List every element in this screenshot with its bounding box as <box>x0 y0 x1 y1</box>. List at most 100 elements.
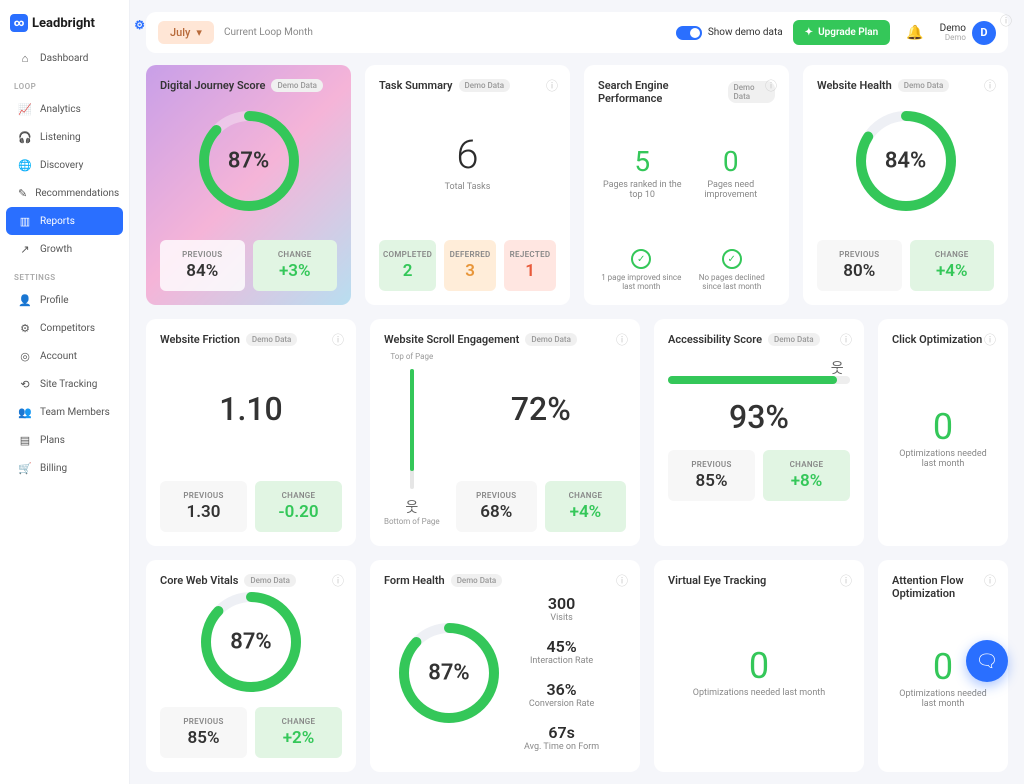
chat-fab[interactable]: 🗨 <box>966 640 1008 682</box>
card-title: Digital Journey Score Demo Data <box>160 79 337 92</box>
nav-competitors[interactable]: ⚙ Competitors <box>6 314 123 342</box>
sidebar: ∞ Leadbright ⚙ ⌂ Dashboard LOOP 📈 Analyti… <box>0 0 130 784</box>
competitors-icon: ⚙ <box>18 321 32 335</box>
info-icon[interactable]: ⓘ <box>332 572 344 589</box>
nav-section-loop: LOOP <box>0 72 129 95</box>
nav-recommendations[interactable]: ✎ Recommendations <box>6 179 123 207</box>
chevron-down-icon: ▾ <box>196 26 202 39</box>
stat-previous: PREVIOUS80% <box>817 240 902 291</box>
info-icon[interactable]: ⓘ <box>984 331 996 348</box>
info-icon[interactable]: ⓘ <box>840 331 852 348</box>
profile-icon: 👤 <box>18 293 32 307</box>
info-icon[interactable]: ⓘ <box>332 331 344 348</box>
card-website-health: Website HealthDemo Data ⓘ 84% PREVIOUS80… <box>803 65 1008 305</box>
nav-listening[interactable]: 🎧Listening <box>6 123 123 151</box>
card-digital-journey-score: Digital Journey Score Demo Data ⓘ 87% PR… <box>146 65 351 305</box>
stat-change: CHANGE+2% <box>255 707 342 758</box>
nav-discovery[interactable]: 🌐Discovery <box>6 151 123 179</box>
nav-analytics[interactable]: 📈 Analytics <box>6 95 123 123</box>
nav-growth[interactable]: ↗ Growth <box>6 235 123 263</box>
info-icon[interactable]: ⓘ <box>616 331 628 348</box>
discovery-icon: 🌐 <box>18 158 32 172</box>
main-content: July ▾ Current Loop Month Show demo data… <box>130 0 1024 784</box>
user-menu[interactable]: Demo Demo D <box>940 21 996 45</box>
nav-label: Reports <box>40 216 75 227</box>
card-click-optimization: Click Optimization ⓘ 0 Optimizations nee… <box>878 319 1008 546</box>
growth-icon: ↗ <box>18 242 32 256</box>
user-name: Demo <box>940 23 966 34</box>
card-virtual-eye-tracking: Virtual Eye Tracking ⓘ 0 Optimizations n… <box>654 560 864 772</box>
bell-icon[interactable]: 🔔 <box>900 25 929 41</box>
nav-label: Team Members <box>40 407 110 418</box>
upgrade-button[interactable]: ✦ Upgrade Plan <box>793 20 891 45</box>
nav-site-tracking[interactable]: ⟲Site Tracking <box>6 370 123 398</box>
demo-badge: Demo Data <box>271 79 323 92</box>
nav-label: Competitors <box>40 323 95 334</box>
nav-label: Account <box>40 351 77 362</box>
gauge: 87% <box>196 587 306 697</box>
check-icon: ✓ <box>631 249 651 269</box>
nav-profile[interactable]: 👤 Profile <box>6 286 123 314</box>
info-icon[interactable]: ⓘ <box>546 77 558 94</box>
nav-dashboard[interactable]: ⌂ Dashboard <box>6 44 123 72</box>
friction-score: 1.10 <box>219 390 282 428</box>
card-accessibility: Accessibility ScoreDemo Data ⓘ 웃 93% PRE… <box>654 319 864 546</box>
scroll-pct: 72% <box>511 390 571 428</box>
nav-reports[interactable]: ▥Reports <box>6 207 123 235</box>
nav-billing[interactable]: 🛒 Billing <box>6 454 123 482</box>
nav-label: Profile <box>40 295 69 306</box>
accessibility-pct: 93% <box>729 398 789 436</box>
card-task-summary: Task SummaryDemo Data ⓘ 6 Total Tasks CO… <box>365 65 570 305</box>
info-icon[interactable]: ⓘ <box>1000 12 1012 29</box>
stat-change: CHANGE+4% <box>910 240 995 291</box>
scroll-visual: Top of Page 웃 Bottom of Page <box>384 346 440 532</box>
nav-label: Analytics <box>40 104 81 115</box>
stat-deferred: DEFERRED3 <box>444 240 496 291</box>
upgrade-label: Upgrade Plan <box>818 27 878 38</box>
sparkle-icon: ✦ <box>805 27 813 38</box>
topbar: July ▾ Current Loop Month Show demo data… <box>146 12 1008 53</box>
info-icon[interactable]: ⓘ <box>616 572 628 589</box>
nav-label: Billing <box>40 463 67 474</box>
pages-need-improvement: 0 Pages need improvement <box>687 145 776 200</box>
nav-label: Growth <box>40 244 72 255</box>
analytics-icon: 📈 <box>18 102 32 116</box>
demo-toggle-label: Show demo data <box>708 27 783 38</box>
month-selector[interactable]: July ▾ <box>158 21 214 44</box>
nav-label: Site Tracking <box>40 379 97 390</box>
nav-plans[interactable]: ▤Plans <box>6 426 123 454</box>
gauge-value: 87% <box>228 149 269 174</box>
nav-section-settings: SETTINGS <box>0 263 129 286</box>
brand-name: Leadbright <box>32 16 95 31</box>
settings-gear-icon[interactable]: ⚙ <box>134 18 145 32</box>
info-icon[interactable]: ⓘ <box>765 77 777 94</box>
gauge: 87% <box>194 106 304 216</box>
afo-count: 0 <box>933 649 953 685</box>
stat-rejected: REJECTED1 <box>504 240 556 291</box>
check-icon: ✓ <box>722 249 742 269</box>
card-form-health: Form HealthDemo Data ⓘ 87% 300Visits 45%… <box>370 560 640 772</box>
recommendations-icon: ✎ <box>18 186 27 200</box>
nav-label: Listening <box>40 132 81 143</box>
logo[interactable]: ∞ Leadbright ⚙ <box>0 10 129 44</box>
total-tasks: 6 <box>456 131 478 178</box>
plans-icon: ▤ <box>18 433 32 447</box>
card-core-web-vitals: Core Web VitalsDemo Data ⓘ 87% PREVIOUS8… <box>146 560 356 772</box>
toggle-switch[interactable] <box>676 26 702 40</box>
stat-previous: PREVIOUS85% <box>160 707 247 758</box>
team-icon: 👥 <box>18 405 32 419</box>
nav-account[interactable]: ◎Account <box>6 342 123 370</box>
stat-previous: PREVIOUS1.30 <box>160 481 247 532</box>
info-icon[interactable]: ⓘ <box>840 572 852 589</box>
billing-icon: 🛒 <box>18 461 32 475</box>
gauge: 84% <box>851 106 961 216</box>
nav-team[interactable]: 👥 Team Members <box>6 398 123 426</box>
vet-count: 0 <box>749 648 769 684</box>
improved-stat: ✓1 page improved since last month <box>598 249 685 291</box>
demo-toggle[interactable]: Show demo data <box>676 26 783 40</box>
info-icon[interactable]: ⓘ <box>984 572 996 589</box>
info-icon[interactable]: ⓘ <box>984 77 996 94</box>
nav-label: Recommendations <box>35 188 119 199</box>
stat-previous: PREVIOUS85% <box>668 450 755 501</box>
loop-month-label: Current Loop Month <box>224 27 313 38</box>
